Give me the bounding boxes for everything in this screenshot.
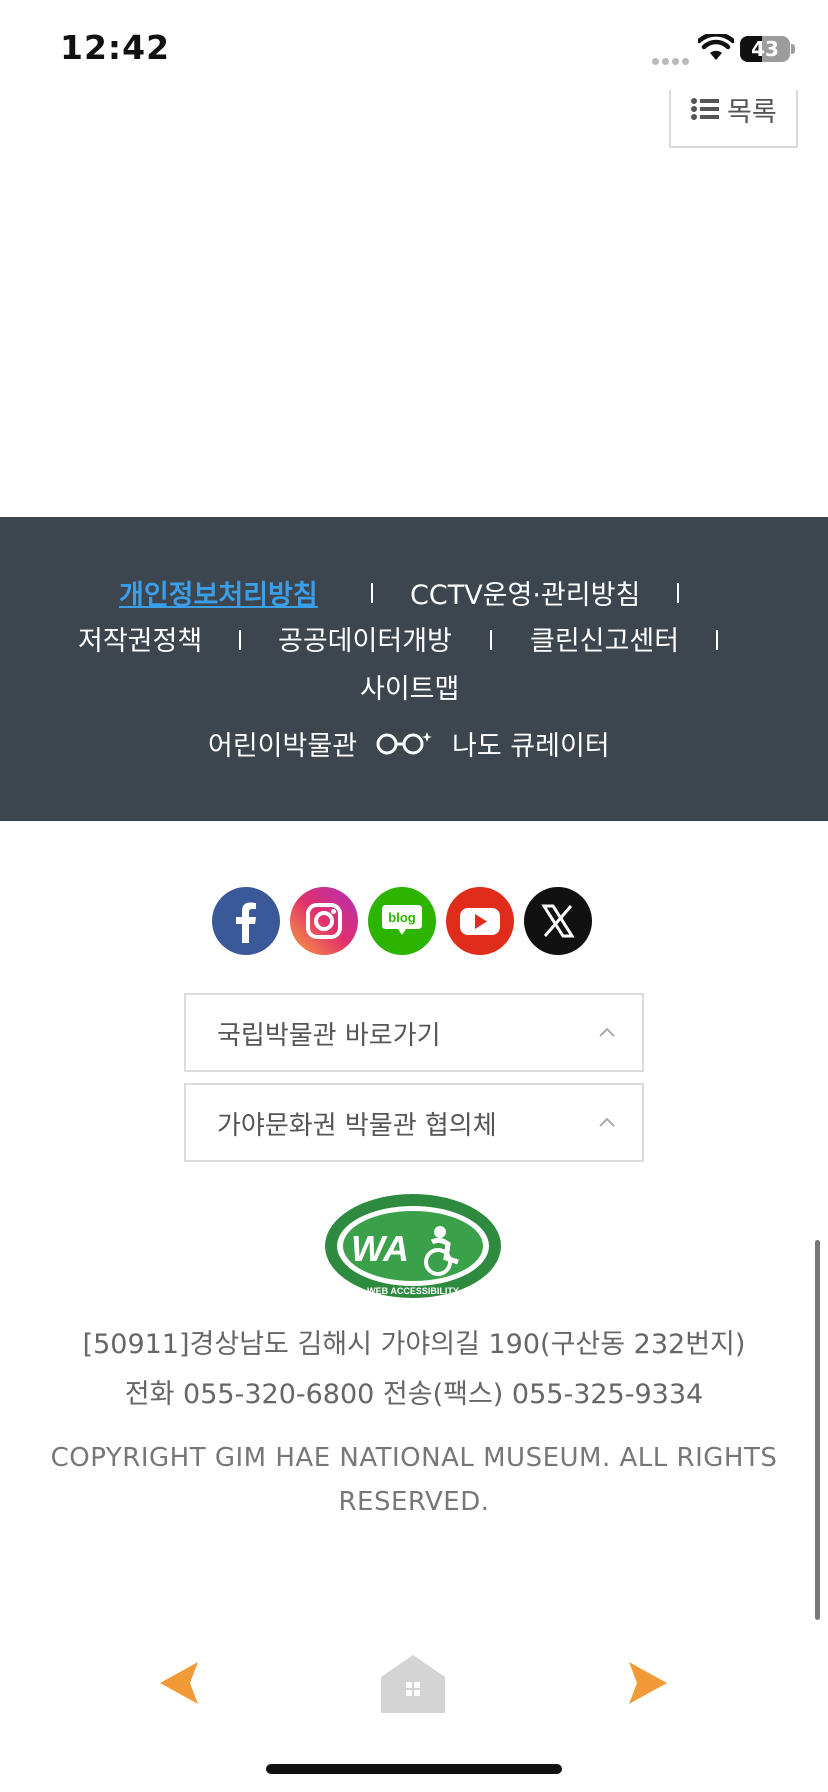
childrens-museum-label: 어린이박물관 <box>208 731 358 762</box>
battery-level: 43 <box>751 37 779 61</box>
x-icon[interactable] <box>524 887 592 955</box>
curator-label: 나도 큐레이터 <box>452 731 610 762</box>
public-data-link[interactable]: 공공데이터개방 <box>278 619 452 658</box>
contact-line: 전화 055-320-6800 전송(팩스) 055-325-9334 <box>124 1379 704 1410</box>
glasses-icon <box>376 732 432 755</box>
wa-mark-ring-text: WEB ACCESSIBILITY <box>367 1286 459 1296</box>
next-arrow-icon[interactable] <box>627 1660 667 1706</box>
scrollbar[interactable] <box>815 1240 820 1620</box>
gaya-museum-council-select[interactable]: 가야문화권 박물관 협의체 <box>184 1083 644 1162</box>
home-icon[interactable] <box>381 1655 445 1713</box>
national-museums-select-label: 국립박물관 바로가기 <box>217 1021 441 1051</box>
chevron-up-icon <box>599 1117 615 1127</box>
privacy-policy-link[interactable]: 개인정보처리방침 <box>119 573 318 612</box>
link-separator <box>677 583 679 603</box>
web-accessibility-mark: WA WEB ACCESSIBILITY <box>325 1194 501 1298</box>
blog-icon-label: blog <box>388 910 415 925</box>
home-indicator[interactable] <box>266 1764 562 1774</box>
copyright-policy-link[interactable]: 저작권정책 <box>78 619 202 658</box>
instagram-icon[interactable] <box>290 887 358 955</box>
address-line: [50911]경상남도 김해시 가야의길 190(구산동 232번지) <box>82 1329 746 1360</box>
link-separator <box>371 583 373 603</box>
chevron-up-icon <box>599 1027 615 1037</box>
link-separator <box>490 630 492 650</box>
youtube-icon[interactable] <box>446 887 514 955</box>
blog-icon[interactable]: blog <box>368 887 436 955</box>
status-bar: 12:42 43 <box>0 0 828 100</box>
sitemap-link[interactable]: 사이트맵 <box>360 667 459 706</box>
link-separator <box>239 630 241 650</box>
signal-dots-icon <box>652 50 692 65</box>
list-button[interactable]: 목록 <box>669 90 798 148</box>
battery-tip <box>791 44 795 54</box>
battery-icon: 43 <box>740 36 790 62</box>
clean-report-center-link[interactable]: 클린신고센터 <box>530 619 679 658</box>
list-button-label: 목록 <box>727 97 777 128</box>
link-separator <box>716 630 718 650</box>
facebook-icon[interactable] <box>212 887 280 955</box>
status-time: 12:42 <box>60 28 171 67</box>
footer-links-section: 개인정보처리방침 CCTV운영·관리방침 저작권정책 공공데이터개방 클린신고센… <box>0 517 828 821</box>
curator-link[interactable]: 어린이박물관 나도 큐레이터 <box>0 724 828 764</box>
prev-arrow-icon[interactable] <box>160 1660 200 1706</box>
wa-mark-text: WA <box>351 1228 409 1269</box>
gaya-museum-council-select-label: 가야문화권 박물관 협의체 <box>217 1111 497 1141</box>
list-icon <box>691 98 719 120</box>
cctv-policy-link[interactable]: CCTV운영·관리방침 <box>410 573 640 612</box>
copyright-text: COPYRIGHT GIM HAE NATIONAL MUSEUM. ALL R… <box>50 1443 778 1517</box>
wifi-icon <box>698 34 734 60</box>
national-museums-select[interactable]: 국립박물관 바로가기 <box>184 993 644 1072</box>
